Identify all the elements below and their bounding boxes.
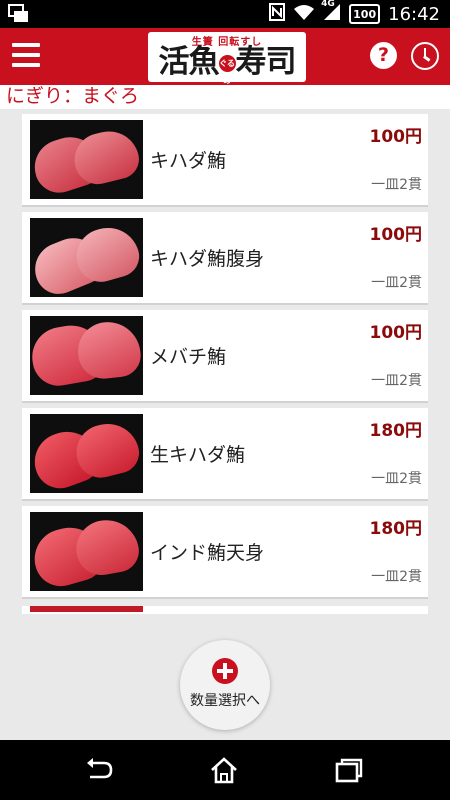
network-type: 4G: [321, 0, 335, 9]
screenshot-notification-icon: [8, 4, 28, 22]
menu-item-card[interactable]: キハダ鮪 100円 一皿2貫: [22, 114, 428, 207]
home-icon[interactable]: [209, 756, 239, 784]
item-price: 100円: [369, 127, 423, 147]
clock-icon[interactable]: [411, 42, 439, 70]
item-portion: 一皿2貫: [371, 569, 422, 585]
plus-icon: [212, 658, 238, 684]
item-name: 生キハダ鮪: [150, 444, 246, 466]
logo-title-part2: 寿司: [235, 44, 297, 80]
menu-item-card[interactable]: インド鮪天身 180円 一皿2貫: [22, 506, 428, 599]
wifi-icon: [293, 3, 315, 26]
menu-item-card[interactable]: メバチ鮪 100円 一皿2貫: [22, 310, 428, 403]
quantity-select-button[interactable]: 数量選択へ: [180, 640, 270, 730]
item-name: キハダ鮪: [150, 150, 227, 172]
sushi-thumbnail: [30, 218, 143, 297]
help-icon[interactable]: ?: [370, 42, 397, 69]
system-navigation-bar: [0, 740, 450, 800]
menu-item-card[interactable]: 生キハダ鮪 180円 一皿2貫: [22, 408, 428, 501]
logo-title-part1: 活魚: [158, 44, 220, 80]
clock-time: 16:42: [388, 3, 440, 25]
app-logo: 生簀 回転すし 活魚ぐるめ寿司: [148, 32, 306, 85]
item-portion: 一皿2貫: [371, 177, 422, 193]
nfc-icon: [269, 2, 286, 26]
quantity-select-label: 数量選択へ: [190, 693, 260, 709]
sushi-thumbnail: [30, 414, 143, 493]
item-name: メバチ鮪: [150, 346, 227, 368]
logo-title: 活魚ぐるめ寿司: [148, 44, 306, 85]
item-price: 100円: [369, 225, 423, 245]
logo-seal: ぐるめ: [218, 55, 236, 85]
menu-icon[interactable]: [12, 43, 40, 67]
sushi-thumbnail: [30, 316, 143, 395]
category-title: にぎり：まぐろ: [0, 85, 450, 109]
back-icon[interactable]: [84, 756, 114, 784]
status-bar: 4G 100 16:42: [0, 0, 450, 28]
sushi-thumbnail: [30, 120, 143, 199]
item-price: 180円: [369, 519, 423, 539]
sushi-thumbnail: [30, 512, 143, 591]
menu-item-card[interactable]: キハダ鮪腹身 100円 一皿2貫: [22, 212, 428, 305]
battery-level: 100: [353, 7, 377, 21]
menu-item-card-partial[interactable]: [22, 606, 428, 614]
item-price: 100円: [369, 323, 423, 343]
item-portion: 一皿2貫: [371, 275, 422, 291]
item-price: 180円: [369, 421, 423, 441]
signal-icon: 4G: [321, 0, 341, 26]
battery-icon: 100: [349, 4, 381, 24]
sushi-thumbnail: [30, 606, 143, 612]
recent-apps-icon[interactable]: [334, 756, 364, 784]
item-portion: 一皿2貫: [371, 373, 422, 389]
item-name: キハダ鮪腹身: [150, 248, 265, 270]
item-portion: 一皿2貫: [371, 471, 422, 487]
item-name: インド鮪天身: [150, 542, 265, 564]
